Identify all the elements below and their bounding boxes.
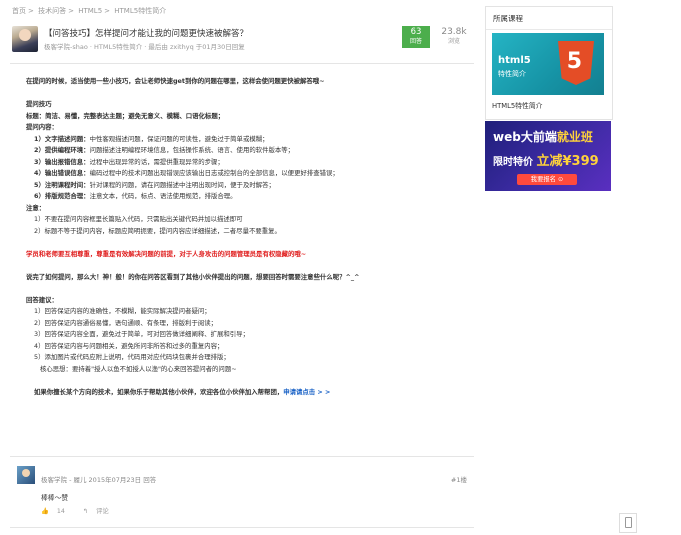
intro-text: 在提问的时候，适当使用一些小技巧，会让老师快速get到你的问题在哪里，这样会使问… xyxy=(26,77,325,85)
question-body: 在提问的时候，适当使用一些小技巧，会让老师快速get到你的问题在哪里，这样会使问… xyxy=(26,76,472,398)
note-item: 2）标题不等于提问内容，标题应简明扼要，提问内容应详细描述，二者尽量不要重复。 xyxy=(34,226,281,235)
like-count: 14 xyxy=(56,508,65,515)
reply-text: 棒棒～赞 xyxy=(41,494,69,502)
answer-item: 1）回答保证内容的准确性，不模糊，能实际解决提问者疑问； xyxy=(34,307,211,315)
view-count-value: 23.8k xyxy=(441,27,467,37)
list-item: 5）注明课程时间：针对课程的问题，请在问题描述中注明出现时间，便于及时解答； xyxy=(34,180,275,189)
avatar[interactable] xyxy=(12,26,38,52)
promo-headline: web大前端就业班 xyxy=(493,130,593,144)
promo-banner[interactable]: web大前端就业班 限时特价 立减¥399 我要报名 ⊙ xyxy=(485,121,611,191)
course-sidebar: 所属课程 5 html5 特性简介 HTML5特性简介 xyxy=(485,6,613,120)
reply-actions: 👍 14 ↰ 评论 xyxy=(41,506,125,515)
reply-floor: #1楼 xyxy=(450,476,467,484)
divider xyxy=(10,527,474,528)
question-title: 【问答技巧】怎样提问才能让我的问题更快速被解答？ xyxy=(44,29,249,39)
answer-count-label: 回答 xyxy=(409,38,422,45)
breadcrumb-home[interactable]: 首页 xyxy=(12,7,26,15)
html5-logo-number: 5 xyxy=(566,49,582,74)
list-item: 6）排版规范合理：注意文本，代码，标点、语法使用规范，排版合理。 xyxy=(34,192,237,200)
avatar[interactable] xyxy=(17,466,35,484)
list-item: 1）文字描述问题：中性客观描述问题，保证问题的可读性，避免过于简单或模糊； xyxy=(34,134,269,143)
breadcrumb-course[interactable]: HTML5特性简介 xyxy=(114,7,166,15)
answer-heading: 回答建议： xyxy=(26,295,58,304)
breadcrumb-html5[interactable]: HTML5 xyxy=(78,7,102,15)
transition-text: 说完了如何提问，那么大！神！般！的你在问答区看到了其他小伙伴提出的问题，想要回答… xyxy=(26,272,360,281)
closing-text: 如果你擅长某个方向的技术，如果你乐于帮助其他小伙伴，欢迎各位小伙伴加入帮帮团，申… xyxy=(34,387,331,396)
question-header: 【问答技巧】怎样提问才能让我的问题更快速被解答？ 极客学院-shao · HTM… xyxy=(12,26,474,58)
answer-item: 5）添加图片或代码应附上说明，代码用对应代码块包裹并合理排版； xyxy=(34,353,230,361)
view-count: 23.8k 浏览 xyxy=(435,26,473,48)
answer-count: 63 xyxy=(410,27,422,37)
warning-text: 学员和老师要互相尊重，尊重是有效解决问题的前提，对于人身攻击的问题管理员是有权隐… xyxy=(26,249,307,258)
divider xyxy=(10,63,474,64)
apply-link[interactable]: 申请请点击 > > xyxy=(283,388,330,396)
answer-item: 3）回答保证内容全面，避免过于简单，可对回答做详细阐释、扩展和引导； xyxy=(34,330,249,338)
list-item: 4）输出错误信息：编码过程中的技术问题出现错误应该输出日志或控制台的全部信息，以… xyxy=(34,169,339,177)
breadcrumb: 首页 > 技术问答 > HTML5 > HTML5特性简介 xyxy=(12,7,167,15)
comment-button[interactable]: ↰ 评论 xyxy=(83,508,117,515)
view-count-label: 浏览 xyxy=(447,38,460,45)
course-image-subtitle: 特性简介 xyxy=(498,70,526,78)
comment-icon: ↰ xyxy=(82,508,89,515)
course-name-link[interactable]: HTML5特性简介 xyxy=(492,100,542,110)
course-image-title: html5 xyxy=(498,55,531,66)
answer-count-badge: 63 回答 xyxy=(402,26,430,48)
divider xyxy=(10,456,474,457)
tips-heading: 提问技巧 xyxy=(26,100,52,108)
answer-item: 4）回答保证内容与问题相关，避免所问非所答和过多的重复内容； xyxy=(34,341,224,350)
reply-meta: 极客学院 - 履儿 2015年07月23日 回答 xyxy=(41,476,157,484)
promo-price: 限时特价 立减¥399 xyxy=(493,154,599,169)
divider xyxy=(486,29,612,30)
note-item: 1）不要在提问内容框里长篇贴入代码，只需贴出关键代码并加以描述即可 xyxy=(34,215,243,223)
content-heading: 提问内容： xyxy=(26,123,58,131)
list-item: 3）输出报错信息：过程中出现异常的话，需提供重现异常的步骤； xyxy=(34,157,224,166)
enroll-button[interactable]: 我要报名 ⊙ xyxy=(517,174,577,185)
comment-label: 评论 xyxy=(96,508,109,515)
question-meta: 极客学院-shao · HTML5特性简介 · 最后由 zxithyq 于01月… xyxy=(44,43,245,51)
note-heading: 注意： xyxy=(26,203,46,212)
title-rule: 标题：简洁、易懂，完整表达主题；避免无意义、模糊、口语化标题； xyxy=(26,111,225,120)
mobile-icon[interactable] xyxy=(619,513,637,533)
thumbs-up-icon: 👍 xyxy=(41,508,49,515)
answer-item: 2）回答保证内容通俗易懂，语句通顺、有条理，排版利于阅读； xyxy=(34,318,218,327)
course-thumbnail[interactable]: 5 html5 特性简介 xyxy=(492,33,604,95)
breadcrumb-qa[interactable]: 技术问答 xyxy=(38,7,66,15)
sidebar-title: 所属课程 xyxy=(493,14,523,23)
list-item: 2）提供编程环境：问题描述注明编程环境信息，包括操作系统、语言、使用的软件版本等… xyxy=(34,146,295,154)
like-button[interactable]: 👍 14 xyxy=(41,508,73,515)
core-idea: 核心思想：要持着"授人以鱼不如授人以渔"的心来回答提问者的问题~ xyxy=(40,364,237,373)
